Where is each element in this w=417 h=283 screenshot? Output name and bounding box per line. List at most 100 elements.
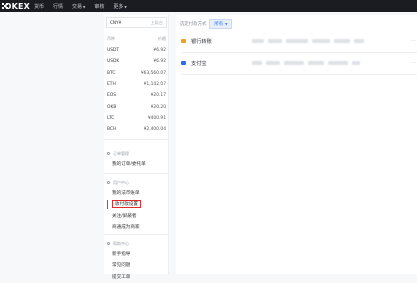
currency-select[interactable]: CNY¥ 上级台 [106, 17, 167, 28]
group-title-text: 订单管理 [113, 150, 129, 156]
sidebar-group: 用户中心我的法币账单 收付款设置关注/屏蔽者商通成为商家 [107, 178, 167, 233]
filter-value: 所有 [214, 22, 224, 27]
coin-symbol: USDT [107, 48, 120, 54]
nav-item-label: 行情 [53, 3, 64, 10]
sidebar-link-label: 新手指导 [112, 251, 131, 257]
currency-select-hint: 上级台 [150, 19, 163, 25]
coin-symbol: EOS [107, 93, 117, 99]
main-content: 选定付款方式 所有 ▼ 银行转账 ⋯ 支付宝 ⋯ [176, 15, 417, 274]
nav-item-label: 交易 [72, 3, 83, 10]
masked-text [252, 39, 264, 43]
coin-symbol: LTC [107, 115, 115, 121]
filter-label: 选定付款方式 [180, 22, 207, 27]
price-row[interactable]: BTC ¥63,560.07 [107, 68, 166, 79]
logo-text: OKEX [4, 1, 30, 11]
sidebar-link-label: 我的订单/委托单 [112, 161, 146, 167]
sidebar-link-label: 常见问题 [112, 263, 131, 269]
coin-symbol: BCH [107, 127, 117, 133]
masked-text [312, 39, 330, 43]
section-icon [107, 181, 110, 184]
payment-filter: 选定付款方式 所有 ▼ [180, 19, 233, 29]
masked-text [268, 39, 282, 43]
sidebar-group-title: 用户中心 [107, 178, 167, 187]
divider [104, 173, 169, 174]
sidebar-link[interactable]: 关注/屏蔽者 [107, 210, 167, 222]
section-icon [107, 242, 110, 245]
left-panel: CNY¥ 上级台 币种 价格 USDT ¥6.92 USDK ¥6.92 BTC ¥63,… [104, 15, 169, 280]
masked-text [352, 61, 360, 65]
chevron-down-icon: ▼ [225, 22, 228, 26]
sidebar-link-label: 我的法币账单 [112, 190, 140, 196]
sidebar-link-label: 提交工单 [112, 274, 131, 280]
coin-price: ¥20.17 [150, 93, 166, 99]
sidebar-link[interactable]: 提交工单 [107, 271, 167, 283]
divider [104, 234, 169, 235]
nav-item[interactable]: 更多▼ [113, 3, 126, 10]
masked-text [308, 61, 324, 65]
nav-item-label: 审核 [94, 3, 105, 10]
coin-price: ¥1,142.07 [143, 82, 166, 88]
masked-account-details [252, 39, 368, 43]
nav-item-label: 更多 [113, 3, 124, 10]
alipay-icon [181, 61, 186, 65]
coin-symbol: OKB [107, 104, 117, 110]
okex-logo[interactable]: OKEX [2, 2, 30, 11]
price-row[interactable]: USDT ¥6.92 [107, 45, 166, 56]
currency-select-value: CNY¥ [110, 20, 122, 25]
masked-text [328, 61, 348, 65]
more-icon[interactable]: ⋯ [411, 60, 416, 66]
sidebar-link[interactable]: 我的法币账单 [107, 187, 167, 199]
masked-text [252, 61, 262, 65]
more-icon[interactable]: ⋯ [411, 38, 416, 44]
sidebar-link-label: 收付款设置 [112, 200, 141, 209]
payment-method-row[interactable]: 银行转账 ⋯ [181, 30, 417, 52]
sidebar-link-label: 关注/屏蔽者 [112, 213, 137, 219]
masked-text [284, 61, 304, 65]
nav-item-label: 货币 [34, 3, 45, 10]
price-table-header: 币种 价格 [107, 36, 166, 42]
payment-method-row[interactable]: 支付宝 ⋯ [181, 52, 417, 74]
coin-price: ¥6.92 [153, 48, 166, 54]
coin-symbol: BTC [107, 70, 116, 76]
coin-price: ¥6.92 [153, 59, 166, 65]
section-icon [107, 152, 110, 155]
main-nav: 货币 行情 交易▼ 审核 更多▼ [34, 3, 136, 10]
sidebar-link[interactable]: 商通成为商家 [107, 222, 167, 234]
sidebar-link[interactable]: 常见问题 [107, 260, 167, 272]
price-row[interactable]: ETH ¥1,142.07 [107, 79, 166, 90]
price-row[interactable]: OKB ¥20.20 [107, 101, 166, 112]
price-column-header: 价格 [158, 36, 166, 41]
masked-text [286, 39, 308, 43]
masked-text [354, 39, 364, 43]
nav-item[interactable]: 货币 [34, 3, 44, 10]
coin-column-header: 币种 [107, 36, 115, 41]
sidebar-group: 帮助中心新手指导常见问题提交工单 [107, 239, 167, 283]
nav-item[interactable]: 行情 [53, 3, 63, 10]
price-row[interactable]: USDK ¥6.92 [107, 56, 166, 67]
top-nav-bar: OKEX 货币 行情 交易▼ 审核 更多▼ [0, 0, 417, 12]
divider [104, 139, 169, 140]
payment-method-name: 银行转账 [191, 38, 212, 45]
nav-item[interactable]: 交易▼ [72, 3, 85, 10]
coin-price: ¥2,400.04 [143, 127, 166, 133]
sidebar-link[interactable]: 新手指导 [107, 248, 167, 260]
chevron-down-icon: ▼ [83, 4, 86, 9]
coin-price: ¥400.91 [147, 115, 166, 121]
price-row[interactable]: LTC ¥400.91 [107, 113, 166, 124]
sidebar-group-title: 订单管理 [107, 149, 167, 158]
coin-symbol: USDK [107, 59, 120, 65]
price-row[interactable]: EOS ¥20.17 [107, 90, 166, 101]
sidebar-link[interactable]: 我的订单/委托单 [107, 158, 167, 170]
price-table: USDT ¥6.92 USDK ¥6.92 BTC ¥63,560.07 ETH ¥1,142… [107, 45, 166, 135]
nav-item[interactable]: 审核 [94, 3, 104, 10]
sidebar-link[interactable]: 收付款设置 [107, 199, 167, 211]
coin-price: ¥20.20 [150, 104, 166, 110]
row-divider [181, 74, 417, 75]
active-indicator [107, 199, 108, 209]
price-row[interactable]: BCH ¥2,400.04 [107, 124, 166, 135]
coin-symbol: ETH [107, 82, 116, 88]
filter-dropdown[interactable]: 所有 ▼ [209, 19, 233, 29]
group-title-text: 帮助中心 [113, 240, 129, 246]
bank-card-icon [181, 39, 186, 43]
masked-text [334, 39, 350, 43]
